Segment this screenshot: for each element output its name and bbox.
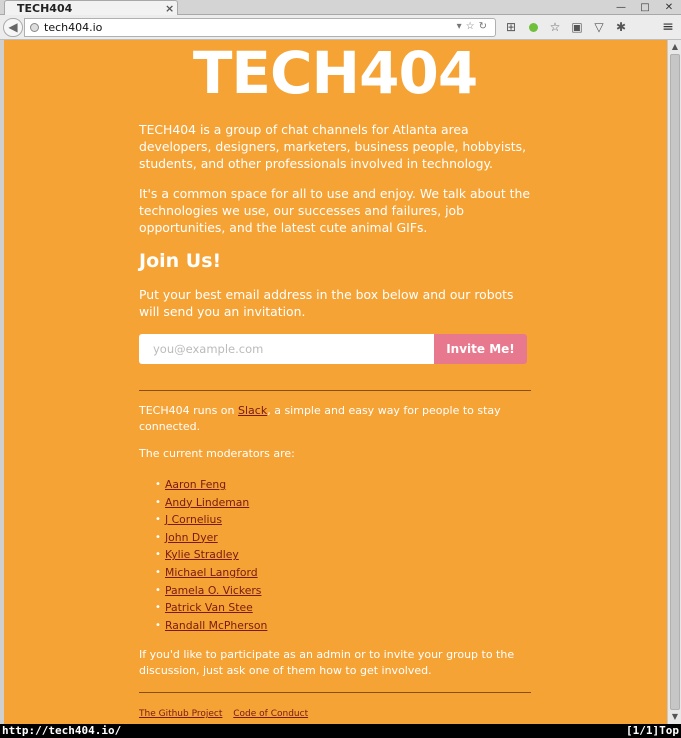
maximize-icon[interactable]: □	[633, 0, 657, 15]
list-item: Andy Lindeman	[139, 494, 531, 512]
close-tab-icon[interactable]: ×	[165, 2, 175, 15]
dropdown-icon[interactable]: ▾	[457, 21, 466, 32]
asterisk-icon[interactable]: ✱	[610, 19, 632, 36]
moderator-link[interactable]: Michael Langford	[165, 566, 258, 579]
github-project-link[interactable]: The Github Project	[139, 709, 222, 719]
admin-text: If you'd like to participate as an admin…	[139, 648, 515, 677]
list-item: Patrick Van Stee	[139, 599, 531, 617]
moderators-intro: The current moderators are:	[139, 447, 295, 460]
status-bar: http://tech404.io/ [1/1]Top	[0, 724, 681, 738]
tab-bar: TECH404 × — □ ✕	[0, 0, 681, 15]
footer-divider	[139, 692, 531, 693]
menu-button[interactable]: ≡	[658, 19, 678, 36]
intro-paragraph-1: TECH404 is a group of chat channels for …	[139, 122, 527, 171]
add-bookmark-icon[interactable]: ⊞	[500, 19, 522, 36]
moderators-list: Aaron Feng Andy Lindeman J Cornelius Joh…	[139, 476, 531, 634]
vertical-scrollbar[interactable]: ▲ ▼	[667, 40, 681, 724]
list-item: Pamela O. Vickers	[139, 582, 531, 600]
url-bar-icons: ▾☆↻	[457, 21, 491, 32]
join-text: Put your best email address in the box b…	[139, 287, 514, 319]
close-window-icon[interactable]: ✕	[657, 0, 681, 15]
slack-link[interactable]: Slack	[238, 404, 267, 417]
divider	[139, 390, 531, 391]
intro-paragraph-2: It's a common space for all to use and e…	[139, 186, 530, 235]
status-url: http://tech404.io/	[2, 724, 122, 737]
page-viewport: TECH404 TECH404 is a group of chat chann…	[0, 40, 667, 724]
moderator-link[interactable]: J Cornelius	[165, 513, 222, 526]
tab-title: TECH404	[17, 2, 73, 15]
moderator-link[interactable]: Andy Lindeman	[165, 496, 249, 509]
status-position: [1/1]Top	[626, 724, 679, 737]
slack-text: TECH404 runs on Slack, a simple and easy…	[139, 403, 531, 435]
url-bar[interactable]: tech404.io ▾☆↻	[24, 18, 496, 37]
moderator-link[interactable]: Aaron Feng	[165, 478, 226, 491]
pocket-icon[interactable]: ▽	[588, 19, 610, 36]
reload-icon[interactable]: ↻	[479, 21, 491, 32]
moderator-link[interactable]: Pamela O. Vickers	[165, 584, 261, 597]
moderator-link[interactable]: Randall McPherson	[165, 619, 267, 632]
slack-prefix: TECH404 runs on	[139, 404, 239, 417]
list-item: Aaron Feng	[139, 476, 531, 494]
scroll-up-icon[interactable]: ▲	[669, 41, 681, 53]
moderator-link[interactable]: Patrick Van Stee	[165, 601, 253, 614]
tab-tech404[interactable]: TECH404 ×	[4, 0, 178, 15]
list-item: John Dyer	[139, 529, 531, 547]
list-item: Kylie Stradley	[139, 546, 531, 564]
toolbar-icons: ⊞ ☆ ▣ ▽ ✱	[500, 19, 632, 36]
site-identity-icon[interactable]	[30, 23, 39, 32]
window-controls: — □ ✕	[609, 0, 681, 15]
footer-links: The Github Project Code of Conduct	[139, 709, 316, 719]
site-logo: TECH404	[192, 40, 478, 107]
email-input[interactable]: you@example.com	[139, 334, 434, 364]
moderator-link[interactable]: Kylie Stradley	[165, 548, 239, 561]
back-button[interactable]: ◀	[3, 18, 23, 37]
navigation-bar: ◀ tech404.io ▾☆↻ ⊞ ☆ ▣ ▽ ✱ ≡	[0, 15, 681, 40]
spotify-icon[interactable]	[522, 19, 544, 36]
list-item: Michael Langford	[139, 564, 531, 582]
scroll-down-icon[interactable]: ▼	[669, 711, 681, 723]
invite-button[interactable]: Invite Me!	[434, 334, 527, 364]
bookmark-star-icon[interactable]: ☆	[544, 19, 566, 36]
minimize-icon[interactable]: —	[609, 0, 633, 15]
list-item: Randall McPherson	[139, 617, 531, 635]
briefcase-icon[interactable]: ▣	[566, 19, 588, 36]
scrollbar-thumb[interactable]	[670, 54, 680, 710]
list-item: J Cornelius	[139, 511, 531, 529]
join-heading: Join Us!	[139, 250, 222, 272]
moderator-link[interactable]: John Dyer	[165, 531, 218, 544]
code-of-conduct-link[interactable]: Code of Conduct	[233, 709, 308, 719]
url-text[interactable]: tech404.io	[44, 21, 102, 34]
star-icon[interactable]: ☆	[466, 21, 479, 32]
